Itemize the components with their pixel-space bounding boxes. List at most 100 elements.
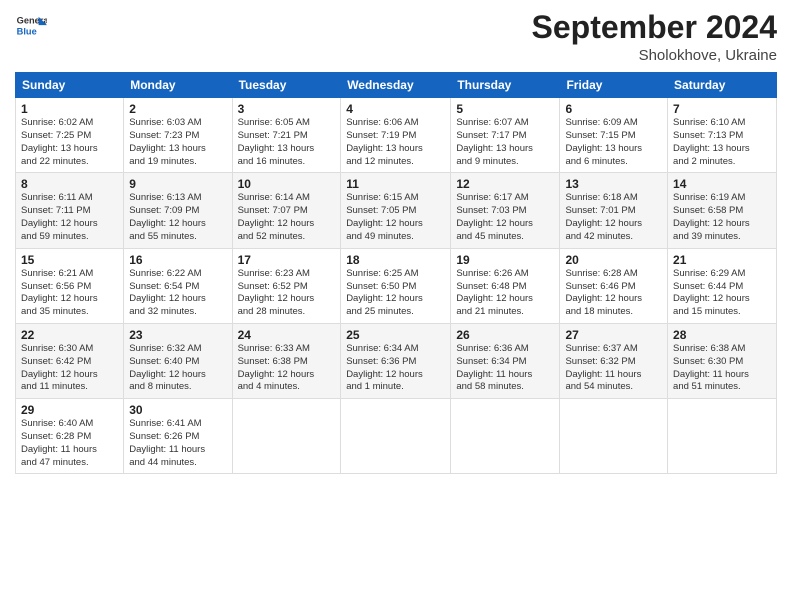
day-info: Sunrise: 6:02 AM Sunset: 7:25 PM Dayligh… — [21, 117, 118, 168]
day-info: Sunrise: 6:23 AM Sunset: 6:52 PM Dayligh… — [238, 268, 336, 319]
table-row: 18Sunrise: 6:25 AM Sunset: 6:50 PM Dayli… — [341, 248, 451, 323]
calendar-week-row: 15Sunrise: 6:21 AM Sunset: 6:56 PM Dayli… — [16, 248, 777, 323]
location-subtitle: Sholokhove, Ukraine — [532, 47, 777, 64]
calendar-header-row: Sunday Monday Tuesday Wednesday Thursday… — [16, 73, 777, 98]
table-row: 10Sunrise: 6:14 AM Sunset: 7:07 PM Dayli… — [232, 173, 341, 248]
day-info: Sunrise: 6:11 AM Sunset: 7:11 PM Dayligh… — [21, 192, 118, 243]
table-row: 28Sunrise: 6:38 AM Sunset: 6:30 PM Dayli… — [668, 323, 777, 398]
day-number: 5 — [456, 102, 554, 116]
day-number: 22 — [21, 328, 118, 342]
logo-icon: General Blue — [15, 10, 47, 42]
day-number: 29 — [21, 403, 118, 417]
day-number: 28 — [673, 328, 771, 342]
day-info: Sunrise: 6:28 AM Sunset: 6:46 PM Dayligh… — [565, 268, 662, 319]
day-number: 27 — [565, 328, 662, 342]
day-info: Sunrise: 6:34 AM Sunset: 6:36 PM Dayligh… — [346, 343, 445, 394]
day-number: 1 — [21, 102, 118, 116]
day-number: 23 — [129, 328, 226, 342]
table-row — [668, 399, 777, 474]
month-title: September 2024 — [532, 10, 777, 45]
table-row: 16Sunrise: 6:22 AM Sunset: 6:54 PM Dayli… — [124, 248, 232, 323]
table-row: 27Sunrise: 6:37 AM Sunset: 6:32 PM Dayli… — [560, 323, 668, 398]
day-number: 26 — [456, 328, 554, 342]
col-monday: Monday — [124, 73, 232, 98]
table-row: 6Sunrise: 6:09 AM Sunset: 7:15 PM Daylig… — [560, 98, 668, 173]
day-number: 19 — [456, 253, 554, 267]
day-info: Sunrise: 6:06 AM Sunset: 7:19 PM Dayligh… — [346, 117, 445, 168]
table-row — [451, 399, 560, 474]
day-number: 30 — [129, 403, 226, 417]
day-info: Sunrise: 6:07 AM Sunset: 7:17 PM Dayligh… — [456, 117, 554, 168]
table-row: 21Sunrise: 6:29 AM Sunset: 6:44 PM Dayli… — [668, 248, 777, 323]
day-number: 4 — [346, 102, 445, 116]
table-row: 26Sunrise: 6:36 AM Sunset: 6:34 PM Dayli… — [451, 323, 560, 398]
col-tuesday: Tuesday — [232, 73, 341, 98]
day-number: 16 — [129, 253, 226, 267]
col-wednesday: Wednesday — [341, 73, 451, 98]
table-row: 4Sunrise: 6:06 AM Sunset: 7:19 PM Daylig… — [341, 98, 451, 173]
calendar-table: Sunday Monday Tuesday Wednesday Thursday… — [15, 72, 777, 474]
table-row: 22Sunrise: 6:30 AM Sunset: 6:42 PM Dayli… — [16, 323, 124, 398]
col-thursday: Thursday — [451, 73, 560, 98]
table-row: 17Sunrise: 6:23 AM Sunset: 6:52 PM Dayli… — [232, 248, 341, 323]
calendar-week-row: 8Sunrise: 6:11 AM Sunset: 7:11 PM Daylig… — [16, 173, 777, 248]
day-number: 9 — [129, 177, 226, 191]
day-number: 12 — [456, 177, 554, 191]
table-row: 5Sunrise: 6:07 AM Sunset: 7:17 PM Daylig… — [451, 98, 560, 173]
day-number: 17 — [238, 253, 336, 267]
day-info: Sunrise: 6:13 AM Sunset: 7:09 PM Dayligh… — [129, 192, 226, 243]
day-info: Sunrise: 6:36 AM Sunset: 6:34 PM Dayligh… — [456, 343, 554, 394]
day-info: Sunrise: 6:03 AM Sunset: 7:23 PM Dayligh… — [129, 117, 226, 168]
day-info: Sunrise: 6:17 AM Sunset: 7:03 PM Dayligh… — [456, 192, 554, 243]
day-info: Sunrise: 6:19 AM Sunset: 6:58 PM Dayligh… — [673, 192, 771, 243]
day-info: Sunrise: 6:15 AM Sunset: 7:05 PM Dayligh… — [346, 192, 445, 243]
calendar-week-row: 29Sunrise: 6:40 AM Sunset: 6:28 PM Dayli… — [16, 399, 777, 474]
day-number: 11 — [346, 177, 445, 191]
day-info: Sunrise: 6:18 AM Sunset: 7:01 PM Dayligh… — [565, 192, 662, 243]
day-number: 10 — [238, 177, 336, 191]
table-row: 24Sunrise: 6:33 AM Sunset: 6:38 PM Dayli… — [232, 323, 341, 398]
day-info: Sunrise: 6:29 AM Sunset: 6:44 PM Dayligh… — [673, 268, 771, 319]
day-info: Sunrise: 6:33 AM Sunset: 6:38 PM Dayligh… — [238, 343, 336, 394]
day-number: 15 — [21, 253, 118, 267]
day-info: Sunrise: 6:09 AM Sunset: 7:15 PM Dayligh… — [565, 117, 662, 168]
table-row — [341, 399, 451, 474]
day-number: 3 — [238, 102, 336, 116]
day-info: Sunrise: 6:30 AM Sunset: 6:42 PM Dayligh… — [21, 343, 118, 394]
table-row: 14Sunrise: 6:19 AM Sunset: 6:58 PM Dayli… — [668, 173, 777, 248]
day-info: Sunrise: 6:22 AM Sunset: 6:54 PM Dayligh… — [129, 268, 226, 319]
table-row: 12Sunrise: 6:17 AM Sunset: 7:03 PM Dayli… — [451, 173, 560, 248]
table-row: 13Sunrise: 6:18 AM Sunset: 7:01 PM Dayli… — [560, 173, 668, 248]
calendar-week-row: 1Sunrise: 6:02 AM Sunset: 7:25 PM Daylig… — [16, 98, 777, 173]
table-row: 29Sunrise: 6:40 AM Sunset: 6:28 PM Dayli… — [16, 399, 124, 474]
calendar-week-row: 22Sunrise: 6:30 AM Sunset: 6:42 PM Dayli… — [16, 323, 777, 398]
table-row: 11Sunrise: 6:15 AM Sunset: 7:05 PM Dayli… — [341, 173, 451, 248]
day-number: 6 — [565, 102, 662, 116]
day-info: Sunrise: 6:37 AM Sunset: 6:32 PM Dayligh… — [565, 343, 662, 394]
svg-text:Blue: Blue — [17, 26, 37, 36]
day-info: Sunrise: 6:32 AM Sunset: 6:40 PM Dayligh… — [129, 343, 226, 394]
logo: General Blue — [15, 10, 51, 42]
day-info: Sunrise: 6:10 AM Sunset: 7:13 PM Dayligh… — [673, 117, 771, 168]
table-row: 15Sunrise: 6:21 AM Sunset: 6:56 PM Dayli… — [16, 248, 124, 323]
title-block: September 2024 Sholokhove, Ukraine — [532, 10, 777, 64]
day-number: 2 — [129, 102, 226, 116]
table-row: 3Sunrise: 6:05 AM Sunset: 7:21 PM Daylig… — [232, 98, 341, 173]
day-info: Sunrise: 6:14 AM Sunset: 7:07 PM Dayligh… — [238, 192, 336, 243]
page: General Blue September 2024 Sholokhove, … — [0, 0, 792, 612]
day-info: Sunrise: 6:21 AM Sunset: 6:56 PM Dayligh… — [21, 268, 118, 319]
table-row: 30Sunrise: 6:41 AM Sunset: 6:26 PM Dayli… — [124, 399, 232, 474]
table-row: 9Sunrise: 6:13 AM Sunset: 7:09 PM Daylig… — [124, 173, 232, 248]
table-row: 2Sunrise: 6:03 AM Sunset: 7:23 PM Daylig… — [124, 98, 232, 173]
day-number: 25 — [346, 328, 445, 342]
day-number: 18 — [346, 253, 445, 267]
day-number: 7 — [673, 102, 771, 116]
day-info: Sunrise: 6:40 AM Sunset: 6:28 PM Dayligh… — [21, 418, 118, 469]
day-number: 24 — [238, 328, 336, 342]
table-row: 20Sunrise: 6:28 AM Sunset: 6:46 PM Dayli… — [560, 248, 668, 323]
day-info: Sunrise: 6:26 AM Sunset: 6:48 PM Dayligh… — [456, 268, 554, 319]
col-saturday: Saturday — [668, 73, 777, 98]
table-row: 23Sunrise: 6:32 AM Sunset: 6:40 PM Dayli… — [124, 323, 232, 398]
table-row — [560, 399, 668, 474]
day-number: 20 — [565, 253, 662, 267]
